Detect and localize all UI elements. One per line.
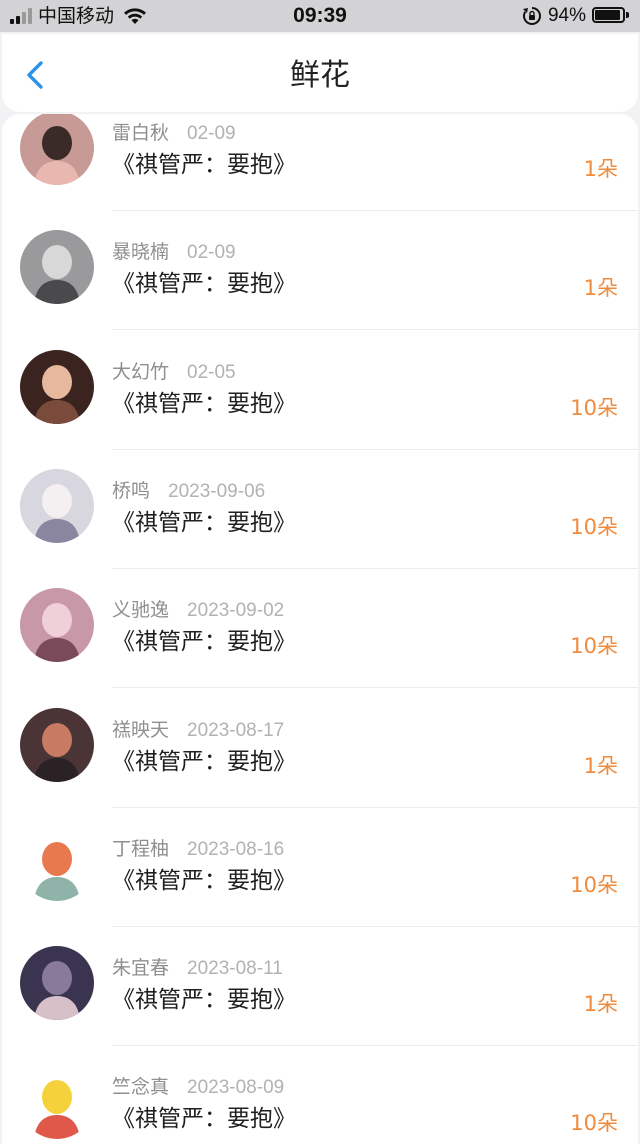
row-divider	[112, 807, 638, 808]
user-name[interactable]: 朱宜春	[112, 957, 169, 979]
gift-date: 2023-09-06	[168, 481, 266, 502]
user-name[interactable]: 雷白秋	[112, 122, 169, 144]
user-meta: 暴晓楠 02-09	[112, 240, 236, 265]
list-item[interactable]: 雷白秋 02-09 《祺管严：要抱》 1朵	[2, 114, 638, 221]
gift-date: 2023-08-17	[187, 720, 285, 741]
row-divider	[112, 329, 638, 330]
gift-date: 2023-08-11	[187, 958, 283, 979]
book-title: 《祺管严：要抱》	[112, 868, 296, 894]
row-divider	[112, 1045, 638, 1046]
row-divider	[112, 568, 638, 569]
list-item[interactable]: 暴晓楠 02-09 《祺管严：要抱》 1朵	[2, 220, 638, 340]
row-divider	[112, 449, 638, 450]
book-title: 《祺管严：要抱》	[112, 987, 296, 1013]
gift-date: 2023-08-16	[187, 839, 285, 860]
avatar[interactable]	[20, 230, 94, 304]
book-title: 《祺管严：要抱》	[112, 1106, 296, 1132]
flower-count: 10朵	[570, 396, 618, 420]
user-meta: 禚映天 2023-08-17	[112, 718, 284, 743]
book-title: 《祺管严：要抱》	[112, 271, 296, 297]
user-name[interactable]: 义驰逸	[112, 599, 169, 621]
list-item[interactable]: 桥鸣 2023-09-06 《祺管严：要抱》 10朵	[2, 459, 638, 579]
user-meta: 朱宜春 2023-08-11	[112, 956, 283, 981]
status-right: 94%	[522, 5, 630, 27]
page-title: 鲜花	[290, 58, 350, 93]
user-name[interactable]: 大幻竹	[112, 361, 169, 383]
gift-date: 02-05	[187, 362, 236, 383]
status-bar: 中国移动 09:39 94%	[0, 0, 640, 32]
user-name[interactable]: 暴晓楠	[112, 241, 169, 263]
flower-count: 10朵	[570, 634, 618, 658]
avatar[interactable]	[20, 708, 94, 782]
nav-bar: 鲜花	[2, 34, 638, 112]
flower-count: 10朵	[570, 1111, 618, 1135]
gift-date: 2023-08-09	[187, 1077, 285, 1098]
row-divider	[112, 687, 638, 688]
gift-date: 02-09	[187, 123, 236, 144]
book-title: 《祺管严：要抱》	[112, 391, 296, 417]
avatar[interactable]	[20, 114, 94, 185]
gift-date: 02-09	[187, 242, 236, 263]
row-divider	[112, 926, 638, 927]
user-meta: 义驰逸 2023-09-02	[112, 598, 284, 623]
list-item[interactable]: 丁程柚 2023-08-16 《祺管严：要抱》 10朵	[2, 817, 638, 937]
user-name[interactable]: 竺念真	[112, 1076, 169, 1098]
user-name[interactable]: 禚映天	[112, 719, 169, 741]
avatar[interactable]	[20, 827, 94, 901]
battery-icon	[592, 7, 630, 25]
user-meta: 竺念真 2023-08-09	[112, 1075, 284, 1100]
row-divider	[112, 210, 638, 211]
user-name[interactable]: 桥鸣	[112, 480, 150, 502]
user-meta: 大幻竹 02-05	[112, 360, 236, 385]
flower-list: 雷白秋 02-09 《祺管严：要抱》 1朵 暴晓楠 02-09 《祺管严：要抱》 1朵 大幻竹 0…	[2, 114, 638, 1144]
avatar[interactable]	[20, 588, 94, 662]
list-item[interactable]: 竺念真 2023-08-09 《祺管严：要抱》 10朵	[2, 1055, 638, 1144]
list-item[interactable]: 义驰逸 2023-09-02 《祺管严：要抱》 10朵	[2, 578, 638, 698]
user-meta: 桥鸣 2023-09-06	[112, 479, 265, 504]
book-title: 《祺管严：要抱》	[112, 749, 296, 775]
user-name[interactable]: 丁程柚	[112, 838, 169, 860]
book-title: 《祺管严：要抱》	[112, 629, 296, 655]
book-title: 《祺管严：要抱》	[112, 152, 296, 178]
list-item[interactable]: 朱宜春 2023-08-11 《祺管严：要抱》 1朵	[2, 936, 638, 1056]
avatar[interactable]	[20, 946, 94, 1020]
rotation-lock-icon	[522, 7, 541, 25]
avatar[interactable]	[20, 1065, 94, 1139]
gift-date: 2023-09-02	[187, 600, 285, 621]
user-meta: 雷白秋 02-09	[112, 121, 236, 146]
flower-count: 10朵	[570, 515, 618, 539]
avatar[interactable]	[20, 350, 94, 424]
avatar[interactable]	[20, 469, 94, 543]
book-title: 《祺管严：要抱》	[112, 510, 296, 536]
flower-count: 1朵	[583, 276, 618, 300]
user-meta: 丁程柚 2023-08-16	[112, 837, 284, 862]
flower-count: 1朵	[583, 992, 618, 1016]
list-item[interactable]: 大幻竹 02-05 《祺管严：要抱》 10朵	[2, 340, 638, 460]
flower-count: 1朵	[583, 754, 618, 778]
battery-percent: 94%	[547, 5, 586, 26]
list-item[interactable]: 禚映天 2023-08-17 《祺管严：要抱》 1朵	[2, 698, 638, 818]
flower-count: 10朵	[570, 873, 618, 897]
flower-count: 1朵	[583, 157, 618, 181]
